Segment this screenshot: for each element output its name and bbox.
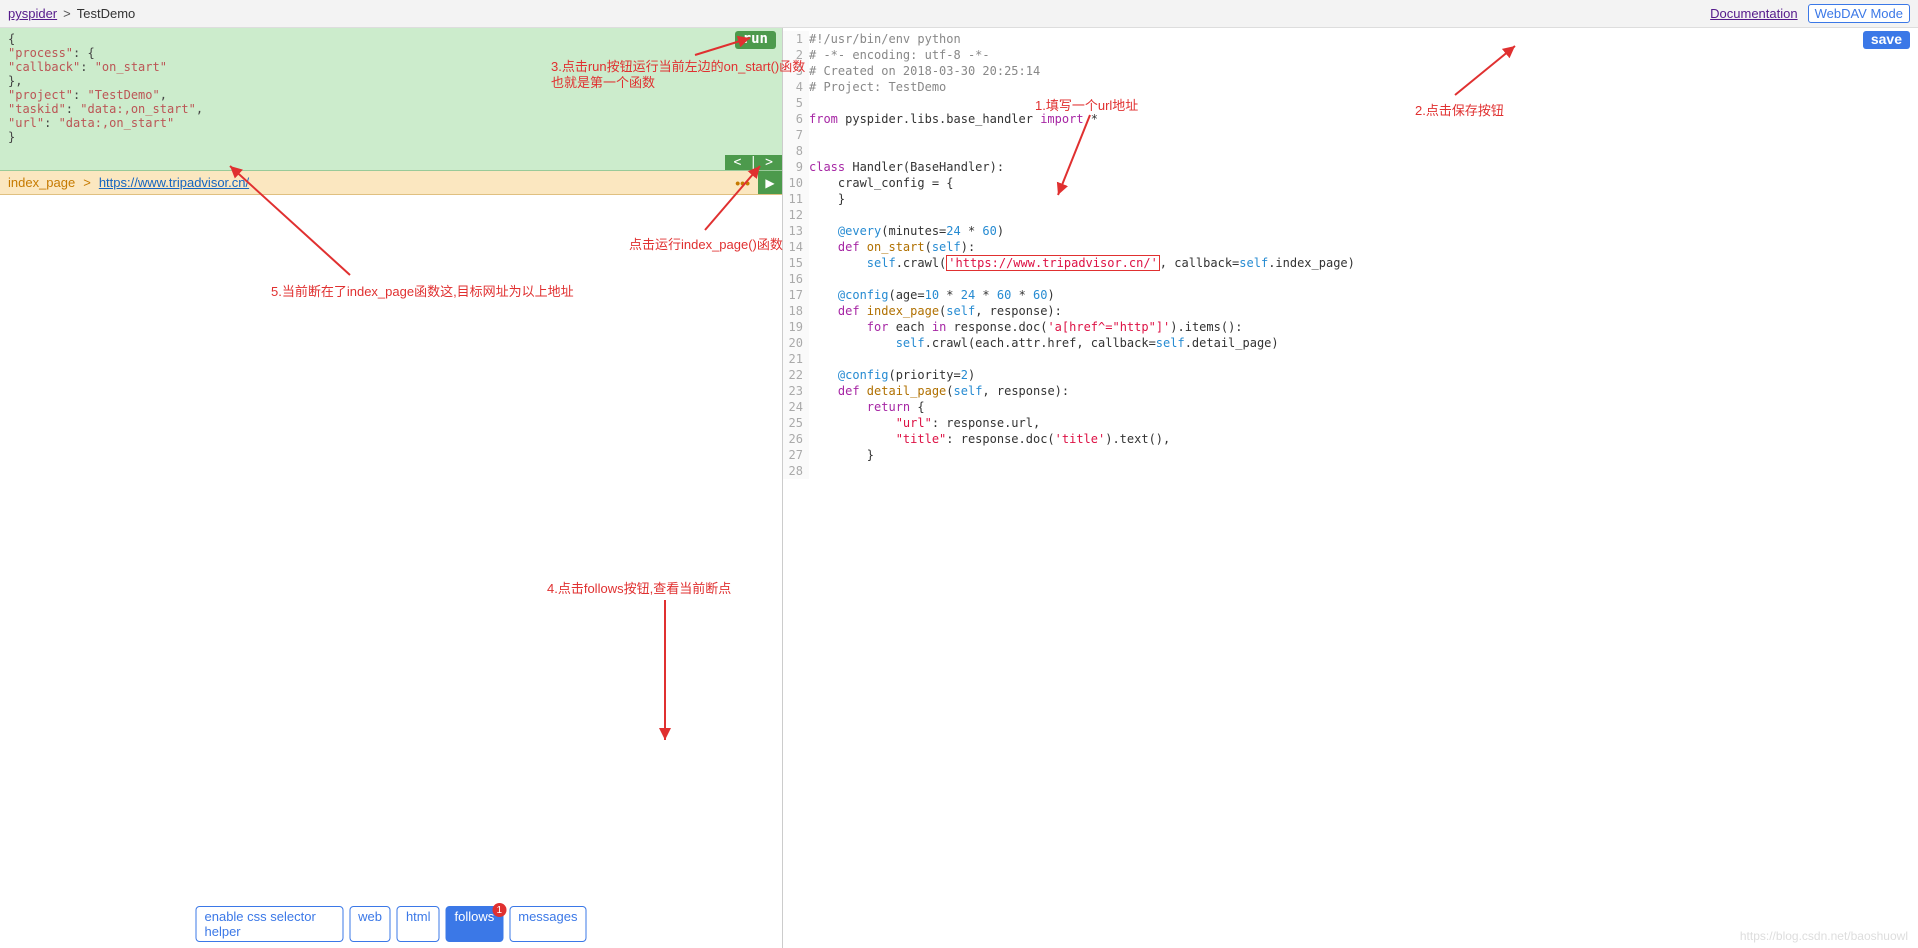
header-bar: pyspider > TestDemo Documentation WebDAV… [0, 0, 1918, 28]
bottom-tabs: enable css selector helper web html foll… [196, 906, 587, 942]
callback-url-link[interactable]: https://www.tripadvisor.cn/ [99, 175, 249, 190]
tab-follows[interactable]: follows1 [446, 906, 504, 942]
watermark: https://blog.csdn.net/baoshuowl [1740, 929, 1908, 943]
nav-back-icon[interactable]: < [731, 155, 745, 170]
nav-forward-icon[interactable]: > [762, 155, 776, 170]
documentation-link[interactable]: Documentation [1710, 6, 1797, 21]
breadcrumb: pyspider > TestDemo [8, 6, 135, 21]
save-button[interactable]: save [1863, 31, 1910, 49]
tab-web[interactable]: web [349, 906, 391, 942]
tab-messages[interactable]: messages [509, 906, 586, 942]
nav-arrows[interactable]: < | > [725, 155, 782, 170]
code-content[interactable]: #!/usr/bin/env python # -*- encoding: ut… [809, 31, 1918, 479]
breadcrumb-sep: > [63, 6, 71, 21]
tab-css-helper[interactable]: enable css selector helper [196, 906, 344, 942]
breadcrumb-root-link[interactable]: pyspider [8, 6, 57, 21]
tab-html[interactable]: html [397, 906, 440, 942]
follows-badge: 1 [492, 903, 506, 917]
webdav-mode-button[interactable]: WebDAV Mode [1808, 4, 1910, 23]
task-json-block: run { "process": { "callback": "on_start… [0, 28, 782, 171]
code-editor-panel[interactable]: save 1 2 3 4 5 6 7 8 9 10 11 12 13 14 15… [783, 28, 1918, 948]
callback-name: index_page [8, 175, 75, 190]
play-icon[interactable]: ▶ [758, 171, 782, 194]
run-button[interactable]: run [735, 31, 776, 49]
header-right: Documentation WebDAV Mode [1710, 4, 1910, 23]
more-icon[interactable]: ••• [735, 175, 750, 191]
line-gutter: 1 2 3 4 5 6 7 8 9 10 11 12 13 14 15 16 1… [783, 31, 809, 479]
breadcrumb-project: TestDemo [77, 6, 136, 21]
left-panel: run { "process": { "callback": "on_start… [0, 28, 783, 948]
callback-crumb-row: index_page > https://www.tripadvisor.cn/… [0, 171, 782, 195]
